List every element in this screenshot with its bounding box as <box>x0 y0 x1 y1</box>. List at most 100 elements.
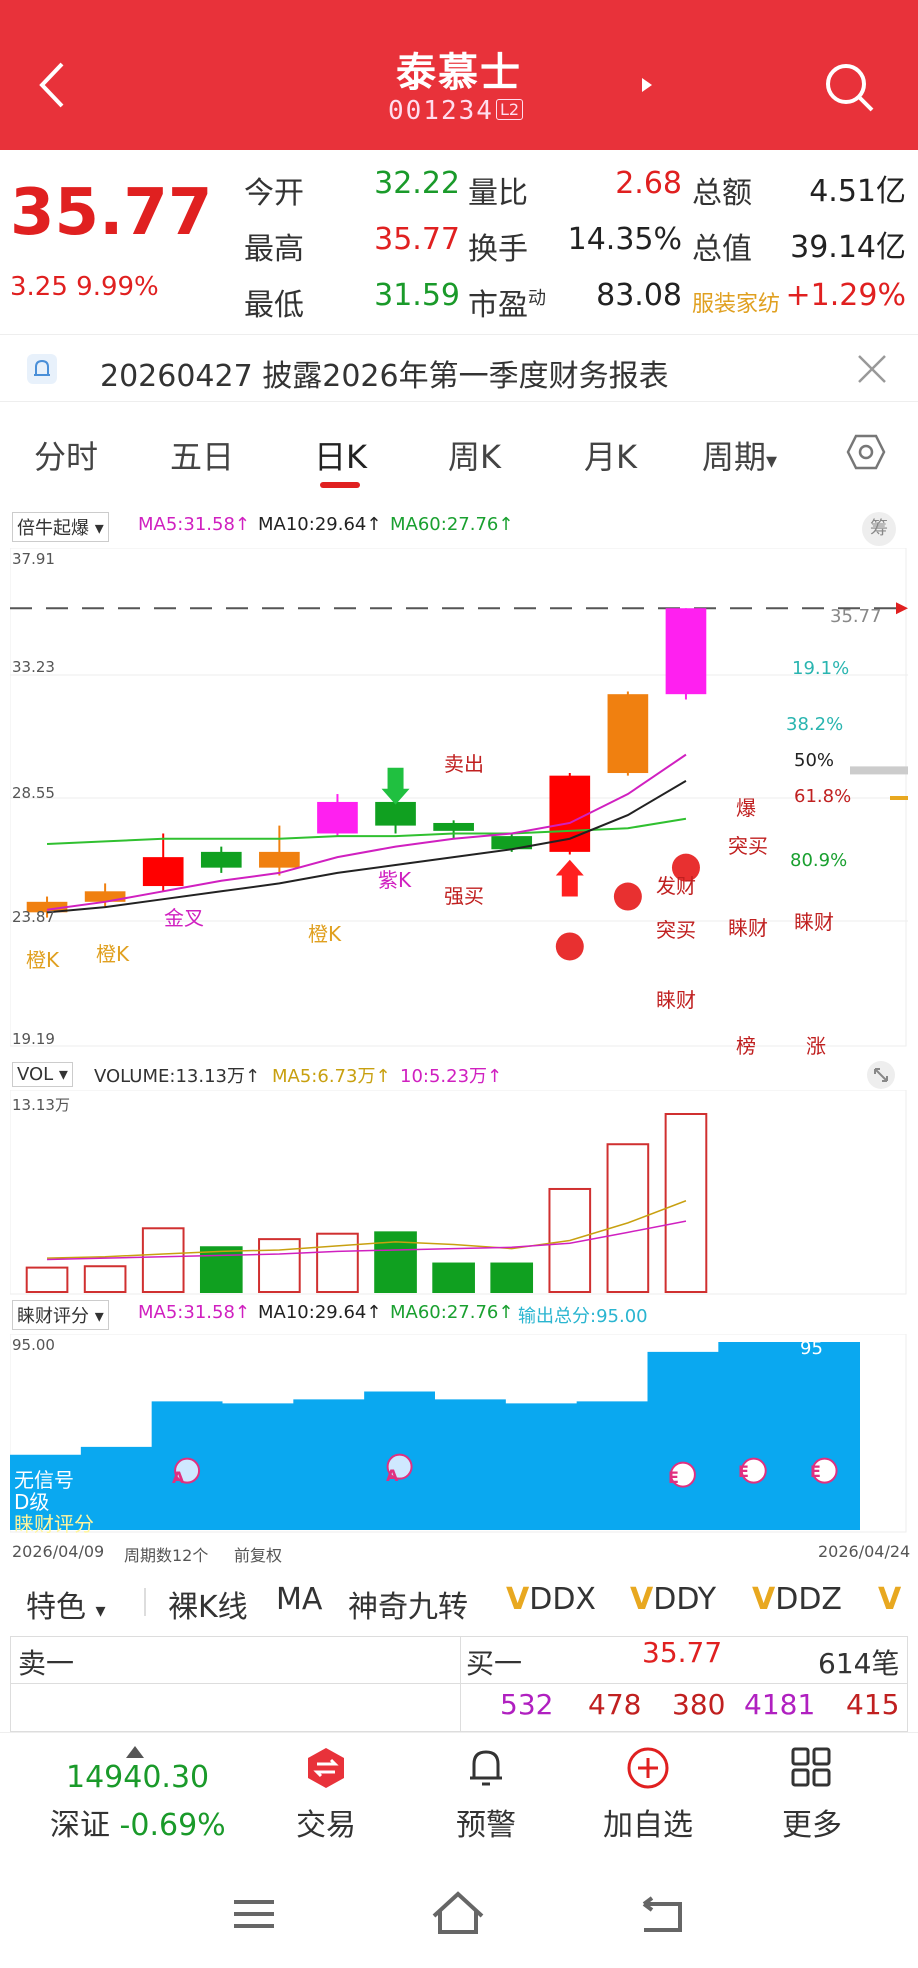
score-marker-e: E <box>668 1468 679 1487</box>
settings-hex-icon[interactable] <box>846 432 886 472</box>
label-turnover-rate: 换手 <box>468 232 528 267</box>
nav-more[interactable]: 更多 <box>742 1800 882 1844</box>
queue-item: 415 <box>846 1688 900 1721</box>
anno-bao: 爆 <box>736 796 756 820</box>
tab-weekly-k[interactable]: 周K <box>448 432 501 478</box>
candlestick-chart[interactable] <box>10 548 908 1048</box>
feature-bare-k[interactable]: 裸K线 <box>168 1582 248 1626</box>
price-axis-tick: 23.87 <box>12 908 55 926</box>
stock-name: 泰慕士 <box>396 50 522 96</box>
anno-orange-k: 橙K <box>96 942 130 966</box>
queue-item: 4181 <box>744 1688 816 1721</box>
candle-body <box>259 851 300 868</box>
menu-icon[interactable] <box>232 1896 276 1932</box>
value-market-value: 39.14亿 <box>790 230 906 265</box>
back-nav-icon[interactable] <box>640 1896 686 1936</box>
price-axis-tick: 37.91 <box>12 550 55 568</box>
label-high: 最高 <box>244 232 304 267</box>
score-axis-max: 95.00 <box>12 1336 55 1354</box>
sell-one-label: 卖一 <box>18 1647 75 1680</box>
score-marker-e: E <box>810 1462 821 1481</box>
close-icon[interactable] <box>856 353 888 385</box>
score-ma10: MA10:29.64↑ <box>258 1302 382 1323</box>
feature-ddy[interactable]: VDDY <box>630 1582 716 1617</box>
label-sector[interactable]: 服装家纺 <box>692 286 780 318</box>
play-icon[interactable] <box>640 76 654 94</box>
anno-zhaocai: 睐财 <box>728 916 768 940</box>
index-value: 14940.30 <box>66 1760 210 1795</box>
volume-chart[interactable] <box>10 1090 908 1296</box>
score-peak: 95 <box>800 1338 823 1359</box>
anno-zhaocai: 睐财 <box>656 988 696 1012</box>
score-area <box>10 1342 860 1530</box>
price-change: 3.25 9.99% <box>10 272 159 302</box>
label-open: 今开 <box>244 176 304 211</box>
date-end: 2026/04/24 <box>818 1542 911 1561</box>
tab-daily-k[interactable]: 日K <box>314 432 367 478</box>
label-turnover-amount: 总额 <box>692 176 752 211</box>
value-high: 35.77 <box>374 222 460 257</box>
value-turnover-amount: 4.51亿 <box>809 174 906 209</box>
tab-period[interactable]: 周期▾ <box>702 432 777 478</box>
feature-ma[interactable]: MA <box>276 1582 322 1617</box>
price-marker <box>850 766 908 775</box>
trade-icon[interactable] <box>304 1746 348 1790</box>
score-marker-e: E <box>738 1462 749 1481</box>
anno-golden-cross: 金叉 <box>164 906 204 930</box>
queue-item: 478 <box>588 1688 642 1721</box>
alert-bell-icon[interactable] <box>464 1744 508 1790</box>
volume-ma10: 10:5.23万↑ <box>400 1066 503 1087</box>
score-indicator-select[interactable]: 睐财评分 ▾ <box>12 1300 109 1330</box>
feature-more-v[interactable]: V <box>878 1582 901 1617</box>
value-low: 31.59 <box>374 278 460 313</box>
feature-ddx[interactable]: VDDX <box>506 1582 596 1617</box>
fib-80-9: 80.9% <box>790 850 848 871</box>
anno-strong-buy: 强买 <box>444 884 484 908</box>
nav-alert[interactable]: 预警 <box>416 1800 556 1844</box>
value-turnover-rate: 14.35% <box>567 222 682 257</box>
anno-zhang: 涨 <box>806 1034 826 1058</box>
nav-trade[interactable]: 交易 <box>256 1800 396 1844</box>
volume-bar <box>25 1266 69 1294</box>
divider <box>10 1683 908 1684</box>
buy-one-count: 614笔 <box>818 1647 900 1680</box>
tab-monthly-k[interactable]: 月K <box>584 432 637 478</box>
buy-arrow <box>555 859 584 897</box>
index-ticker[interactable]: 14940.30 深证 -0.69% <box>0 1734 228 1854</box>
add-watchlist-icon[interactable] <box>626 1746 670 1790</box>
feature-nine-turn[interactable]: 神奇九转 <box>348 1582 468 1626</box>
candle-body <box>317 801 358 834</box>
anno-fa-cai: 发财 <box>656 874 696 898</box>
notice-bar[interactable]: 20260427 披露2026年第一季度财务报表 <box>0 334 918 402</box>
more-grid-icon[interactable] <box>790 1746 832 1788</box>
value-pe: 83.08 <box>596 278 682 313</box>
chip-distribution-button[interactable]: 筹 <box>862 512 896 546</box>
zhaocai-ball <box>613 882 642 911</box>
score-total: 输出总分:95.00 <box>518 1306 648 1327</box>
ma5-legend: MA5:31.58↑ <box>138 514 250 535</box>
home-icon[interactable] <box>430 1890 486 1936</box>
buy-one-label: 买一 <box>466 1647 523 1680</box>
indicator-select[interactable]: 倍牛起爆 ▾ <box>12 512 109 542</box>
volume-bar <box>258 1238 301 1293</box>
change-percent: 9.99% <box>76 272 159 302</box>
search-icon[interactable] <box>824 62 876 114</box>
level2-badge: L2 <box>496 99 524 120</box>
buy-one-price: 35.77 <box>642 1636 723 1669</box>
volume-bar <box>432 1262 475 1293</box>
score-chart[interactable] <box>10 1334 908 1534</box>
divider <box>460 1636 461 1732</box>
anno-orange-k: 橙K <box>26 948 60 972</box>
volume-indicator-select[interactable]: VOL ▾ <box>12 1062 73 1087</box>
ma60-legend: MA60:27.76↑ <box>390 514 514 535</box>
tab-intraday[interactable]: 分时 <box>34 432 98 478</box>
feature-ddz[interactable]: VDDZ <box>752 1582 842 1617</box>
feature-special[interactable]: 特色 ▾ <box>26 1582 106 1626</box>
index-name: 深证 -0.69% <box>50 1808 226 1843</box>
nav-add-watchlist[interactable]: 加自选 <box>578 1800 718 1844</box>
candle-body <box>375 801 416 826</box>
stock-header: 泰慕士 001234 L2 <box>0 0 918 150</box>
tab-five-day[interactable]: 五日 <box>170 432 234 478</box>
expand-icon[interactable] <box>866 1060 896 1090</box>
anno-zhaocai: 睐财 <box>794 910 834 934</box>
